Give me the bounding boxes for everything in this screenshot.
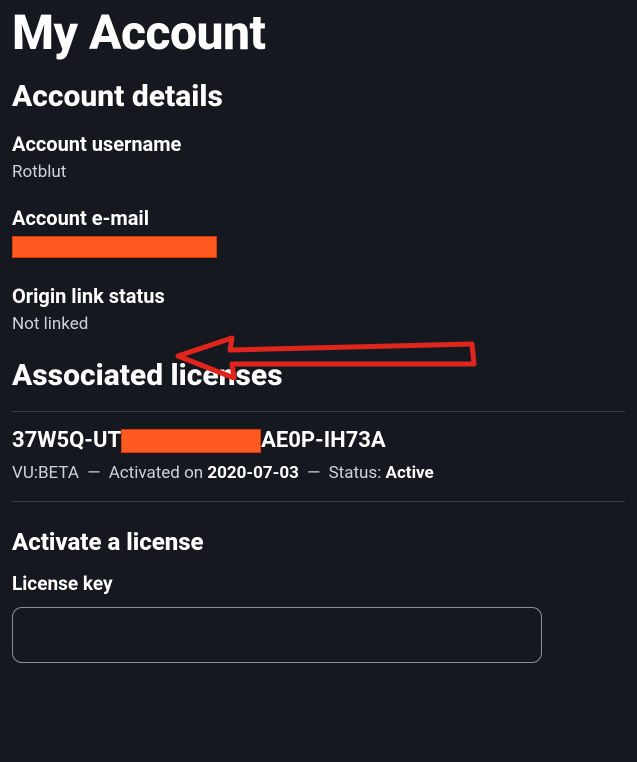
license-status-value: Active <box>386 463 434 483</box>
license-activated-label: Activated on <box>109 463 204 483</box>
separator: — <box>83 463 104 483</box>
username-value: Rotblut <box>12 162 625 182</box>
license-key-input-label: License key <box>12 572 625 595</box>
license-key-prefix: 37W5Q-UT <box>12 428 121 453</box>
email-label: Account e-mail <box>12 206 625 230</box>
license-row: 37W5Q-UT AE0P-IH73A VU:BETA — Activated … <box>12 412 625 501</box>
license-meta: VU:BETA — Activated on 2020-07-03 — Stat… <box>12 463 625 483</box>
license-key-input[interactable] <box>12 607 542 663</box>
license-key-suffix: AE0P-IH73A <box>261 428 386 453</box>
associated-licenses-heading: Associated licenses <box>12 358 625 393</box>
license-key: 37W5Q-UT AE0P-IH73A <box>12 428 625 453</box>
activate-license-heading: Activate a license <box>12 528 625 556</box>
account-details-heading: Account details <box>12 79 625 114</box>
license-activated-date: 2020-07-03 <box>207 463 298 483</box>
email-value-redacted <box>12 236 217 258</box>
license-status-label: Status: <box>329 463 382 483</box>
license-product: VU:BETA <box>12 463 79 483</box>
license-key-redacted <box>121 429 261 453</box>
username-label: Account username <box>12 132 625 156</box>
separator: — <box>303 463 324 483</box>
origin-link-value: Not linked <box>12 314 625 334</box>
origin-link-label: Origin link status <box>12 284 625 308</box>
page-title: My Account <box>12 4 625 61</box>
divider <box>12 501 625 502</box>
